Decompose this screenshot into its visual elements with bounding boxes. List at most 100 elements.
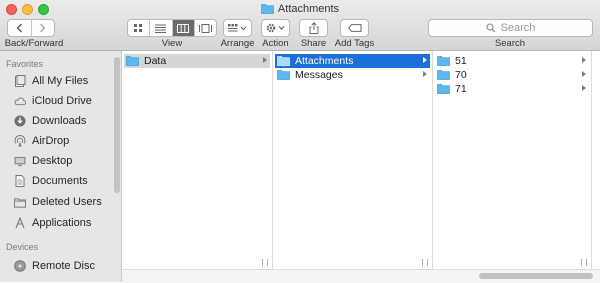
horizontal-scrollbar [122,269,600,283]
column-resize-handle[interactable] [422,259,428,266]
gallery-icon [198,23,212,33]
sidebar: Favorites All My Files iCloud Drive Down… [0,51,122,282]
column-overflow [592,51,600,269]
disclosure-arrow-icon [582,71,586,77]
search-placeholder: Search [500,22,536,34]
sidebar-item-documents[interactable]: Documents [14,172,88,190]
tag-icon [347,24,361,32]
list-item-data[interactable]: Data [124,54,270,68]
finder-window: Attachments Back/Forward View Arrange Ac… [0,0,600,283]
list-item-label: Attachments [295,55,354,67]
applications-icon [14,217,26,229]
search-label: Search [494,38,526,49]
view-label: View [161,38,183,49]
folder-icon [126,56,139,66]
sidebar-item-downloads[interactable]: Downloads [14,112,86,130]
arrange-label: Arrange [220,38,255,49]
sidebar-item-label: AirDrop [32,135,70,147]
action-button[interactable] [261,19,290,37]
disclosure-arrow-icon [423,71,427,77]
all-files-icon [14,75,26,87]
sidebar-item-label: Desktop [32,155,73,167]
folder-icon [14,196,26,208]
sidebar-item-label: All My Files [32,75,89,87]
window-title-text: Attachments [277,3,340,15]
action-label: Action [262,38,289,49]
sidebar-item-all-my-files[interactable]: All My Files [14,72,88,90]
favorites-header: Favorites [6,59,44,69]
arrange-icon [227,23,246,31]
toolbar: Attachments Back/Forward View Arrange Ac… [0,0,600,51]
sidebar-item-label: Remote Disc [32,260,95,272]
disclosure-arrow-icon [582,57,586,63]
arrange-button[interactable] [223,19,252,37]
list-item-label: Messages [295,69,343,81]
list-item-label: 51 [455,55,467,67]
sidebar-item-icloud-drive[interactable]: iCloud Drive [14,92,92,110]
sidebar-item-remote-disc[interactable]: Remote Disc [14,257,95,275]
window-title: Attachments [0,3,600,17]
disclosure-arrow-icon [423,57,427,63]
documents-icon [14,175,26,187]
list-item-71[interactable]: 71 [435,82,589,96]
list-icon [155,24,167,33]
desktop-icon [14,155,26,167]
chevron-right-icon [40,23,46,33]
gallery-view-button[interactable] [195,20,216,36]
view-control [127,19,217,37]
list-view-button[interactable] [150,20,173,36]
sidebar-item-label: Documents [32,175,88,187]
list-item-attachments[interactable]: Attachments [275,54,430,68]
icon-view-button[interactable] [128,20,151,36]
sidebar-item-label: Downloads [32,115,87,127]
column-2: Attachments Messages [273,51,433,269]
back-forward-label: Back/Forward [4,38,64,49]
sidebar-item-desktop[interactable]: Desktop [14,152,72,170]
chevron-left-icon [16,23,22,33]
list-item-label: 70 [455,69,467,81]
forward-button[interactable] [32,20,55,36]
folder-icon [277,56,290,66]
share-button[interactable] [299,19,328,37]
download-icon [14,115,26,127]
sidebar-item-deleted-users[interactable]: Deleted Users [14,193,102,211]
column-resize-handle[interactable] [262,259,268,266]
folder-icon [437,56,450,66]
column-view-button[interactable] [172,20,195,36]
search-field[interactable]: Search [428,19,593,37]
back-forward-control [7,19,55,37]
search-icon [486,23,495,33]
list-item-label: Data [144,55,167,67]
column-resize-handle[interactable] [581,259,587,266]
sidebar-item-label: Applications [32,217,92,229]
cloud-icon [14,95,26,107]
disclosure-arrow-icon [582,85,586,91]
folder-icon [261,3,274,17]
sidebar-scrollbar[interactable] [114,57,120,193]
list-item-51[interactable]: 51 [435,54,589,68]
column-3: 51 70 71 [433,51,592,269]
folder-icon [437,84,450,94]
share-icon [309,22,318,34]
gear-icon [266,23,284,33]
add-tags-label: Add Tags [334,38,375,49]
disclosure-arrow-icon [263,57,267,63]
sidebar-item-applications[interactable]: Applications [14,214,91,232]
airdrop-icon [14,135,26,147]
list-item-messages[interactable]: Messages [275,68,430,82]
list-item-70[interactable]: 70 [435,68,589,82]
add-tags-button[interactable] [340,19,369,37]
folder-icon [437,70,450,80]
sidebar-item-label: iCloud Drive [32,95,92,107]
back-button[interactable] [8,20,32,36]
devices-header: Devices [6,242,39,252]
list-item-label: 71 [455,83,467,95]
share-label: Share [300,38,327,49]
column-1: Data [122,51,273,269]
grid-icon [133,23,142,32]
sidebar-item-airdrop[interactable]: AirDrop [14,132,69,150]
disc-icon [14,260,26,272]
columns-icon [177,23,190,33]
sidebar-item-label: Deleted Users [32,196,102,208]
horizontal-scroll-thumb[interactable] [479,273,593,279]
